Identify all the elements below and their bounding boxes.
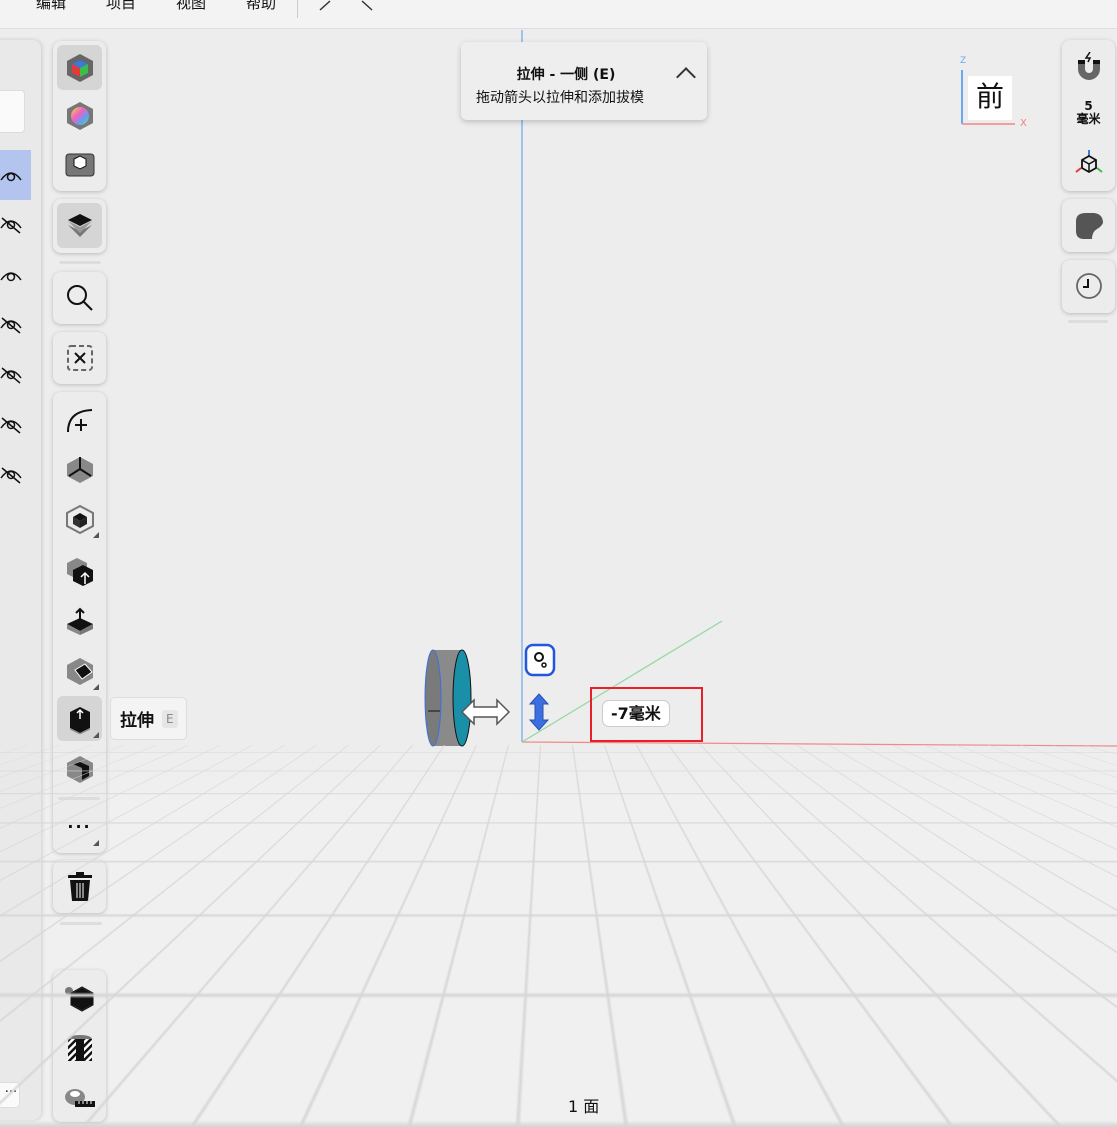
eye-hidden-icon[interactable]: [0, 316, 22, 334]
deselect-icon: [66, 344, 93, 371]
eye-icon[interactable]: [0, 268, 22, 282]
delete-button[interactable]: [57, 864, 102, 909]
extrude-button[interactable]: [57, 696, 102, 741]
eye-hidden-icon[interactable]: [0, 366, 22, 384]
eye-hidden-icon[interactable]: [0, 466, 22, 484]
eye-hidden-icon[interactable]: [0, 216, 22, 234]
extrude-icon: [69, 706, 90, 734]
object-list-item[interactable]: [0, 150, 31, 200]
right-toolbar-snap: 5 毫米: [1062, 40, 1115, 191]
magnet-icon[interactable]: [1075, 52, 1103, 82]
search-button[interactable]: [57, 275, 102, 320]
move-cube-icon: [66, 456, 93, 483]
more-tools-button[interactable]: ···: [57, 804, 102, 849]
eye-icon[interactable]: [0, 168, 22, 182]
toolbar-group-search: [53, 272, 106, 324]
cube-union-icon: [66, 557, 93, 586]
snap-unit: 毫米: [1076, 112, 1101, 126]
tape-measure-icon: [64, 1088, 95, 1107]
boolean-button[interactable]: [57, 548, 102, 593]
trash-icon: [67, 871, 92, 901]
toolbar-group-delete: [53, 860, 106, 913]
toolbar-group-layers: [53, 199, 106, 253]
right-toolbar-material: [1062, 199, 1115, 252]
tooltip-label: 拉伸: [120, 711, 154, 731]
measure-button[interactable]: [57, 1074, 102, 1119]
axis-z-label: Z: [960, 56, 967, 66]
divider: [1068, 320, 1108, 323]
push-pull-icon: [66, 607, 93, 635]
select-all-checkbox[interactable]: [0, 90, 25, 133]
layers-icon: [67, 213, 92, 237]
hint-title: 拉伸 - 一侧 (E): [516, 67, 616, 83]
more-icon: ···: [67, 817, 92, 836]
selection-status: 1 面: [568, 1097, 600, 1116]
layers-button[interactable]: [57, 203, 102, 248]
sketch-button[interactable]: [57, 398, 102, 443]
cube-screen-icon: [65, 153, 94, 176]
hexagon-icon: [64, 985, 93, 1012]
search-icon: [66, 284, 93, 311]
model-color-button[interactable]: [57, 45, 102, 90]
sketch-arc-icon: [66, 408, 92, 432]
object-list-item[interactable]: [0, 450, 31, 500]
shell-button[interactable]: [57, 746, 102, 791]
polygon-tool-button[interactable]: [57, 976, 102, 1021]
axis-x-label: X: [1020, 118, 1027, 129]
divider: [58, 797, 100, 800]
right-toolbar-history: [1062, 260, 1115, 313]
history-clock-icon[interactable]: [1075, 272, 1103, 300]
object-list-item[interactable]: [0, 250, 31, 300]
object-list-item[interactable]: [0, 350, 31, 400]
tool-tooltip: 拉伸 E: [110, 697, 187, 740]
chamfer-cube-icon: [66, 657, 93, 685]
viewport-axes[interactable]: [0, 0, 1117, 1127]
toolbar-group-utilities: [53, 970, 106, 1122]
fillet-shape-icon[interactable]: [1074, 211, 1104, 241]
dimension-input[interactable]: -7毫米: [602, 700, 670, 727]
selected-face: [452, 649, 472, 747]
color-wheel-icon: [66, 101, 93, 130]
hint-subtitle: 拖动箭头以拉伸和添加拔模: [476, 90, 644, 106]
thread-button[interactable]: [57, 1026, 102, 1071]
move-button[interactable]: [57, 446, 102, 491]
wireframe-cube-icon: [65, 504, 94, 534]
shell-cube-icon: [66, 755, 93, 783]
deselect-button[interactable]: [57, 335, 102, 380]
object-list-item[interactable]: [0, 400, 31, 450]
push-pull-button[interactable]: [57, 598, 102, 643]
operation-hint-panel: 拉伸 - 一侧 (E) 拖动箭头以拉伸和添加拔模: [461, 42, 707, 120]
panel-more-button[interactable]: ···: [0, 1082, 20, 1108]
appearance-button[interactable]: [57, 93, 102, 138]
vertical-drag-arrow-icon: [528, 693, 550, 731]
divider: [59, 261, 101, 264]
object-list-item[interactable]: [0, 200, 31, 250]
thread-icon: [67, 1034, 92, 1061]
axis-cube-icon[interactable]: [1075, 150, 1103, 176]
view-cube-front-face[interactable]: 前: [968, 76, 1012, 120]
divider: [60, 922, 102, 925]
view-cube[interactable]: Z X 前: [960, 56, 1030, 132]
toolbar-group-deselect: [53, 332, 106, 384]
toolbar-group-modeling: ···: [53, 392, 106, 853]
eye-hidden-icon[interactable]: [0, 416, 22, 434]
tooltip-shortcut: E: [162, 709, 178, 728]
object-list-panel: ···: [0, 40, 41, 1120]
fillet-button[interactable]: [57, 648, 102, 693]
primitives-button[interactable]: [57, 496, 102, 541]
draft-handle-icon: [524, 643, 556, 677]
chevron-up-icon[interactable]: [676, 67, 696, 87]
color-cube-icon: [66, 53, 93, 82]
section-view-button[interactable]: [57, 142, 102, 187]
snap-increment-button[interactable]: 5 毫米: [1062, 100, 1115, 126]
cylinder-body: [424, 649, 472, 747]
object-list-item[interactable]: [0, 300, 31, 350]
toolbar-group-display: [53, 41, 106, 191]
x-axis: [521, 741, 1117, 747]
